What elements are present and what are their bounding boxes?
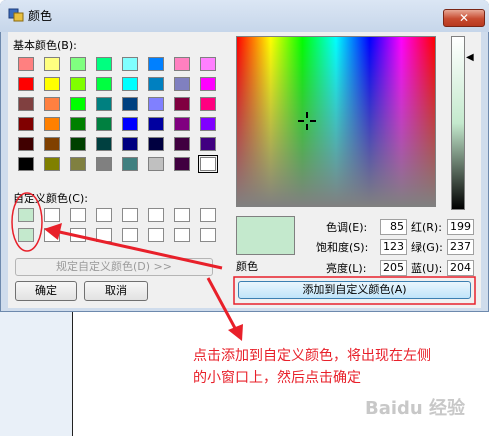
green-label: 绿(G): (411, 241, 443, 254)
basic-color-swatch[interactable] (174, 97, 190, 111)
basic-color-swatch[interactable] (70, 157, 86, 171)
custom-color-swatch[interactable] (44, 228, 60, 242)
basic-color-swatch[interactable] (18, 77, 34, 91)
title-bar[interactable] (0, 0, 489, 32)
basic-color-swatch[interactable] (44, 137, 60, 151)
annotation-line-2: 的小窗口上，然后点击确定 (193, 370, 361, 386)
sat-field[interactable]: 123 (380, 239, 407, 255)
basic-color-swatch[interactable] (122, 117, 138, 131)
color-preview (236, 216, 295, 255)
basic-color-swatch[interactable] (148, 117, 164, 131)
basic-color-swatch[interactable] (148, 157, 164, 171)
basic-color-swatch[interactable] (96, 137, 112, 151)
custom-color-swatch[interactable] (200, 228, 216, 242)
basic-color-swatch[interactable] (122, 77, 138, 91)
basic-color-swatch[interactable] (200, 77, 216, 91)
basic-color-swatch[interactable] (148, 97, 164, 111)
basic-color-swatch[interactable] (70, 77, 86, 91)
custom-color-swatch[interactable] (96, 228, 112, 242)
custom-colors-label: 自定义颜色(C): (13, 192, 88, 205)
hue-field[interactable]: 85 (380, 219, 407, 235)
custom-color-swatch[interactable] (148, 208, 164, 222)
basic-color-swatch[interactable] (198, 155, 218, 173)
basic-color-swatch[interactable] (44, 57, 60, 71)
basic-color-swatch[interactable] (70, 137, 86, 151)
color-palette-icon (8, 8, 24, 22)
basic-color-swatch[interactable] (174, 137, 190, 151)
basic-color-swatch[interactable] (44, 97, 60, 111)
red-label: 红(R): (411, 221, 442, 234)
close-button[interactable]: ✕ (443, 9, 485, 27)
custom-color-swatch[interactable] (122, 208, 138, 222)
cancel-button[interactable]: 取消 (84, 281, 148, 301)
custom-color-swatch[interactable] (96, 208, 112, 222)
basic-color-swatch[interactable] (44, 157, 60, 171)
doc-sidebar (0, 312, 72, 436)
define-custom-colors-button[interactable]: 规定自定义颜色(D) >> (15, 258, 213, 276)
doc-divider (72, 312, 73, 436)
ok-button[interactable]: 确定 (15, 281, 77, 301)
green-field[interactable]: 237 (447, 239, 474, 255)
basic-color-swatch[interactable] (148, 137, 164, 151)
basic-color-swatch[interactable] (122, 97, 138, 111)
basic-color-swatch[interactable] (200, 137, 216, 151)
lum-field[interactable]: 205 (380, 260, 407, 276)
basic-color-swatch[interactable] (44, 77, 60, 91)
basic-color-swatch[interactable] (96, 97, 112, 111)
lum-label: 亮度(L): (326, 262, 367, 275)
custom-color-swatch[interactable] (18, 208, 34, 222)
custom-color-swatch[interactable] (122, 228, 138, 242)
basic-color-swatch[interactable] (70, 97, 86, 111)
custom-color-swatch[interactable] (174, 228, 190, 242)
basic-color-swatch[interactable] (122, 137, 138, 151)
sat-label: 饱和度(S): (316, 241, 369, 254)
color-spectrum[interactable] (236, 36, 436, 207)
custom-color-swatch[interactable] (44, 208, 60, 222)
watermark: Baidu 经验 (365, 398, 466, 419)
basic-color-swatch[interactable] (122, 157, 138, 171)
basic-color-swatch[interactable] (70, 57, 86, 71)
custom-color-swatch[interactable] (174, 208, 190, 222)
basic-color-swatch[interactable] (148, 57, 164, 71)
basic-color-swatch[interactable] (96, 57, 112, 71)
basic-color-swatch[interactable] (18, 57, 34, 71)
basic-color-swatch[interactable] (18, 137, 34, 151)
basic-color-swatch[interactable] (200, 117, 216, 131)
custom-color-swatch[interactable] (18, 228, 34, 242)
hue-label: 色调(E): (326, 221, 368, 234)
add-to-custom-colors-button[interactable]: 添加到自定义颜色(A) (238, 281, 471, 299)
custom-color-swatch[interactable] (200, 208, 216, 222)
basic-color-swatch[interactable] (96, 157, 112, 171)
basic-color-swatch[interactable] (174, 77, 190, 91)
basic-color-swatch[interactable] (174, 157, 190, 171)
basic-color-swatch[interactable] (200, 97, 216, 111)
basic-color-swatch[interactable] (18, 157, 34, 171)
basic-color-swatch[interactable] (174, 57, 190, 71)
blue-label: 蓝(U): (411, 262, 443, 275)
custom-color-swatch[interactable] (148, 228, 164, 242)
preview-label: 颜色 (236, 260, 258, 273)
basic-color-swatch[interactable] (200, 57, 216, 71)
basic-color-swatch[interactable] (70, 117, 86, 131)
red-field[interactable]: 199 (447, 219, 474, 235)
window-title: 颜色 (28, 9, 53, 23)
custom-color-swatch[interactable] (70, 228, 86, 242)
basic-color-swatch[interactable] (174, 117, 190, 131)
arrow-from-text-head (228, 324, 243, 341)
basic-color-swatch[interactable] (96, 117, 112, 131)
basic-color-swatch[interactable] (148, 77, 164, 91)
luminance-arrow-icon[interactable]: ◀ (466, 52, 474, 64)
blue-field[interactable]: 204 (447, 260, 474, 276)
annotation-line-1: 点击添加到自定义颜色，将出现在左侧 (193, 348, 431, 364)
basic-color-swatch[interactable] (44, 117, 60, 131)
crosshair-icon (298, 112, 316, 130)
basic-color-swatch[interactable] (96, 77, 112, 91)
custom-color-swatch[interactable] (70, 208, 86, 222)
basic-color-swatch[interactable] (18, 97, 34, 111)
basic-color-swatch[interactable] (18, 117, 34, 131)
basic-color-swatch[interactable] (122, 57, 138, 71)
luminance-slider[interactable] (451, 36, 465, 210)
basic-colors-label: 基本颜色(B): (13, 39, 77, 52)
